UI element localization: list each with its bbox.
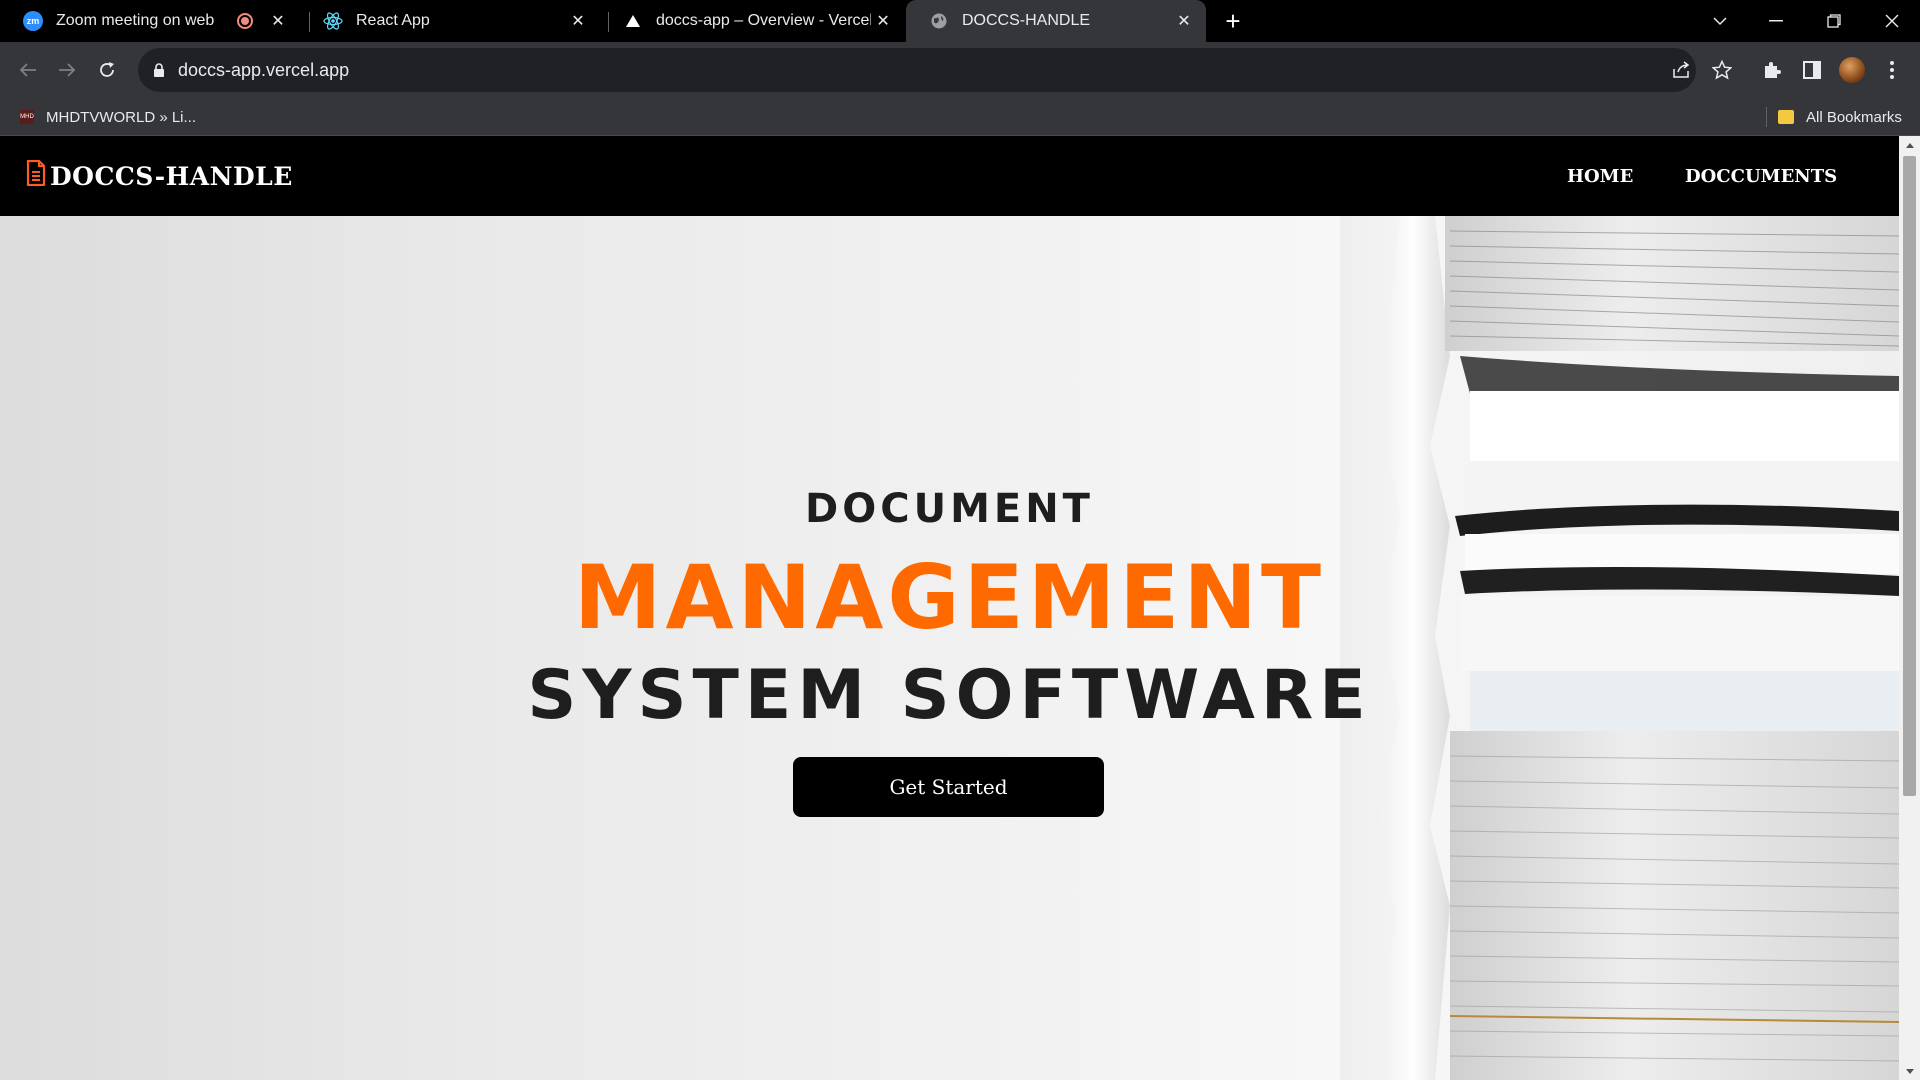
hero-line-document: DOCUMENT (805, 486, 1094, 532)
recording-icon (234, 10, 256, 32)
vercel-icon (622, 10, 644, 32)
tab-strip: zm Zoom meeting on web ✕ React App ✕ doc… (0, 0, 1920, 42)
close-window-icon[interactable] (1864, 0, 1920, 42)
tab-react-app[interactable]: React App ✕ (300, 0, 600, 42)
tab-vercel[interactable]: doccs-app – Overview - Vercel ✕ (600, 0, 905, 42)
get-started-button[interactable]: Get Started (793, 757, 1104, 817)
document-icon (26, 159, 46, 192)
zoom-icon: zm (22, 10, 44, 32)
react-icon (322, 10, 344, 32)
menu-kebab-icon[interactable] (1876, 54, 1908, 86)
browser-toolbar: doccs-app.vercel.app (0, 42, 1920, 98)
brand-name: DOCCS-HANDLE (50, 161, 293, 191)
folder-icon (1778, 110, 1794, 124)
share-icon[interactable] (1666, 54, 1698, 86)
nav-home-link[interactable]: HOME (1567, 136, 1633, 216)
nav-documents-link[interactable]: DOCCUMENTS (1685, 136, 1837, 216)
tab-zoom[interactable]: zm Zoom meeting on web ✕ (0, 0, 300, 42)
tab-search-icon[interactable] (1692, 0, 1748, 42)
bookmark-separator (1766, 107, 1767, 127)
bookmark-label: MHDTVWORLD » Li... (46, 108, 197, 126)
forward-icon[interactable] (51, 54, 83, 86)
page-viewport: DOCCS-HANDLE HOME DOCCUMENTS DOCUMENT MA… (0, 136, 1899, 1080)
restore-icon[interactable] (1806, 0, 1862, 42)
site-navbar: DOCCS-HANDLE HOME DOCCUMENTS (0, 136, 1899, 216)
tab-title: React App (356, 12, 430, 29)
globe-icon (928, 10, 950, 32)
new-tab-button[interactable]: + (1218, 6, 1248, 36)
hero-section: DOCUMENT MANAGEMENT SYSTEM SOFTWARE Get … (0, 216, 1899, 1080)
close-icon[interactable]: ✕ (266, 9, 290, 33)
tab-title: Zoom meeting on web (56, 12, 215, 29)
scroll-thumb[interactable] (1903, 156, 1916, 796)
bookmark-mhdtvworld[interactable]: MHD MHDTVWORLD » Li... (20, 98, 196, 136)
tab-title: DOCCS-HANDLE (962, 12, 1091, 29)
address-bar[interactable]: doccs-app.vercel.app (138, 48, 1696, 92)
tab-doccs-handle[interactable]: DOCCS-HANDLE ✕ (906, 0, 1206, 42)
hero-line-system-software: SYSTEM SOFTWARE (527, 656, 1372, 735)
close-icon[interactable]: ✕ (566, 9, 590, 33)
page-scrollbar[interactable] (1899, 136, 1920, 1080)
lock-icon[interactable] (152, 61, 166, 79)
all-bookmarks-label: All Bookmarks (1806, 108, 1902, 126)
extensions-icon[interactable] (1756, 54, 1788, 86)
minimize-icon[interactable] (1748, 0, 1804, 42)
reload-icon[interactable] (91, 54, 123, 86)
site-brand[interactable]: DOCCS-HANDLE (26, 136, 293, 216)
side-panel-icon[interactable] (1796, 54, 1828, 86)
url-text[interactable]: doccs-app.vercel.app (178, 60, 349, 81)
back-icon[interactable] (12, 54, 44, 86)
mhd-favicon-icon: MHD (20, 110, 34, 124)
close-icon[interactable]: ✕ (871, 9, 895, 33)
tab-title: doccs-app – Overview - Vercel (656, 12, 872, 29)
scroll-up-icon[interactable] (1899, 136, 1920, 154)
bookmark-star-icon[interactable] (1706, 54, 1738, 86)
profile-avatar[interactable] (1836, 54, 1868, 86)
scroll-down-icon[interactable] (1899, 1062, 1920, 1080)
hero-line-management: MANAGEMENT (573, 546, 1326, 649)
bookmarks-bar: MHD MHDTVWORLD » Li... All Bookmarks (0, 98, 1920, 136)
close-icon[interactable]: ✕ (1172, 9, 1196, 33)
all-bookmarks-button[interactable]: All Bookmarks (1778, 98, 1902, 136)
